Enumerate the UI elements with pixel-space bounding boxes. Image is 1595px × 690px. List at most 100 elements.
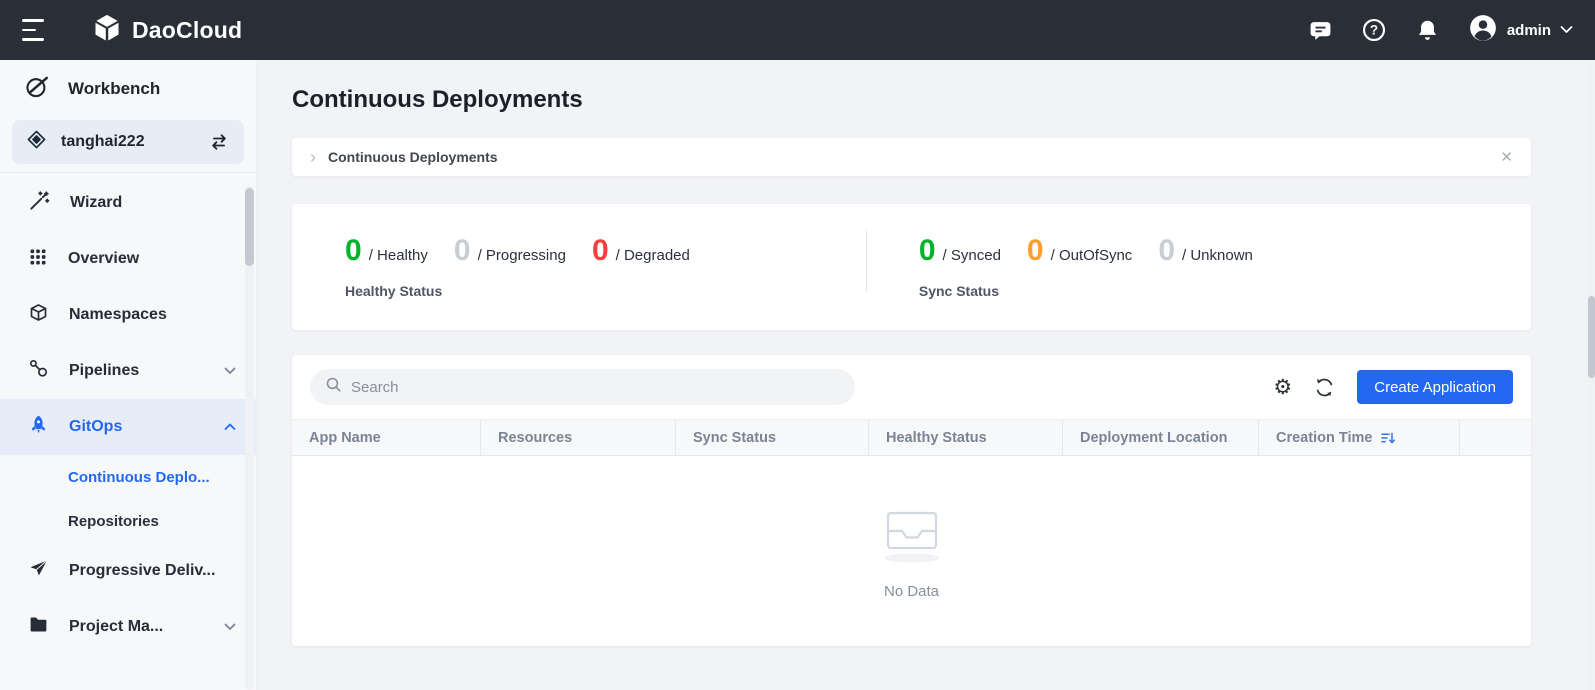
brand-name: DaoCloud	[132, 17, 242, 44]
wizard-icon	[28, 190, 50, 217]
sidebar-item-label: GitOps	[69, 418, 122, 436]
sidebar-item-label: Project Ma...	[69, 618, 163, 636]
search-input[interactable]	[351, 379, 840, 396]
switch-workspace-icon[interactable]	[208, 131, 230, 153]
column-header-healthy-status[interactable]: Healthy Status	[869, 420, 1063, 455]
grid-icon	[28, 247, 48, 272]
message-icon[interactable]	[1308, 18, 1333, 43]
table-header-row: App Name Resources Sync Status Healthy S…	[292, 419, 1531, 456]
settings-gear-icon[interactable]: ⚙	[1273, 377, 1292, 398]
empty-inbox-icon	[873, 502, 951, 569]
applications-table-card: ⚙ Create Application App Name Resources …	[292, 355, 1531, 646]
sidebar-item-workbench[interactable]: Workbench	[0, 60, 256, 118]
notification-bell-icon[interactable]	[1415, 18, 1440, 43]
stat-progressing: 0 / Progressing	[454, 236, 566, 266]
breadcrumb-chevron-icon: ›	[310, 148, 316, 166]
search-icon	[325, 376, 342, 398]
page-scrollbar-thumb[interactable]	[1588, 296, 1595, 378]
stats-divider	[866, 230, 867, 292]
folder-icon	[28, 614, 49, 640]
sync-status-caption: Sync Status	[919, 283, 1253, 299]
topbar-actions: ? admin	[1308, 13, 1573, 48]
sort-descending-icon[interactable]	[1380, 430, 1396, 446]
sidebar-item-label: Progressive Deliv...	[69, 562, 215, 580]
main-content: Continuous Deployments › Continuous Depl…	[257, 60, 1595, 690]
column-header-app-name[interactable]: App Name	[292, 420, 481, 455]
workspace-selector[interactable]: tanghai222	[12, 120, 244, 164]
sidebar-item-namespaces[interactable]: Namespaces	[0, 287, 256, 343]
sidebar: Workbench tanghai222	[0, 60, 257, 690]
chevron-down-icon	[224, 618, 236, 636]
table-toolbar: ⚙ Create Application	[292, 369, 1531, 419]
workbench-icon	[24, 74, 50, 105]
avatar	[1468, 13, 1498, 48]
sidebar-nav: Wizard Overview Namespaces	[0, 173, 256, 655]
help-icon[interactable]: ?	[1361, 17, 1387, 43]
healthy-status-caption: Healthy Status	[345, 283, 690, 299]
sidebar-item-continuous-deployments[interactable]: Continuous Deplo...	[0, 455, 256, 499]
sidebar-item-pipelines[interactable]: Pipelines	[0, 343, 256, 399]
sidebar-item-label: Namespaces	[69, 306, 167, 324]
column-header-sync-status[interactable]: Sync Status	[676, 420, 869, 455]
stat-healthy-value: 0	[345, 236, 362, 266]
stat-outofsync: 0 / OutOfSync	[1027, 236, 1132, 266]
page-title: Continuous Deployments	[292, 86, 1531, 114]
chevron-down-icon	[1560, 21, 1573, 39]
search-box[interactable]	[310, 369, 855, 405]
workspace-name: tanghai222	[61, 133, 145, 151]
breadcrumb-item[interactable]: Continuous Deployments	[328, 149, 498, 165]
table-empty-state: No Data	[292, 456, 1531, 646]
stat-unknown-label: / Unknown	[1182, 247, 1253, 264]
sidebar-scrollbar-thumb[interactable]	[245, 188, 254, 266]
stat-healthy-label: / Healthy	[369, 247, 428, 264]
sync-status-group: 0 / Synced 0 / OutOfSync 0 / Unknown Syn…	[919, 236, 1253, 299]
brand-logo[interactable]: DaoCloud	[92, 13, 242, 48]
stat-progressing-label: / Progressing	[478, 247, 566, 264]
topbar: DaoCloud ?	[0, 0, 1595, 60]
column-header-actions	[1460, 420, 1531, 455]
stat-unknown: 0 / Unknown	[1158, 236, 1253, 266]
chevron-up-icon	[224, 418, 236, 436]
svg-text:?: ?	[1370, 23, 1378, 38]
sidebar-item-label: Overview	[68, 250, 139, 268]
toolbar-actions: ⚙ Create Application	[1273, 370, 1513, 404]
status-summary-card: 0 / Healthy 0 / Progressing 0 / Degraded…	[292, 204, 1531, 330]
sidebar-item-repositories[interactable]: Repositories	[0, 499, 256, 543]
paper-plane-icon	[28, 558, 49, 584]
daocloud-logo-icon	[92, 13, 122, 48]
stat-degraded: 0 / Degraded	[592, 236, 690, 266]
create-application-button[interactable]: Create Application	[1357, 370, 1513, 404]
healthy-status-group: 0 / Healthy 0 / Progressing 0 / Degraded…	[345, 236, 690, 299]
workspace-icon	[26, 129, 47, 155]
stat-outofsync-label: / OutOfSync	[1051, 247, 1133, 264]
sidebar-item-wizard[interactable]: Wizard	[0, 175, 256, 231]
column-header-creation-time[interactable]: Creation Time	[1259, 420, 1460, 455]
user-menu[interactable]: admin	[1468, 13, 1573, 48]
stat-outofsync-value: 0	[1027, 236, 1044, 266]
stat-degraded-value: 0	[592, 236, 609, 266]
stat-degraded-label: / Degraded	[616, 247, 690, 264]
column-header-resources[interactable]: Resources	[481, 420, 676, 455]
stat-healthy: 0 / Healthy	[345, 236, 428, 266]
username: admin	[1507, 22, 1551, 39]
stat-synced-value: 0	[919, 236, 936, 266]
menu-toggle-icon[interactable]	[22, 19, 48, 41]
sidebar-item-label: Wizard	[70, 194, 122, 212]
sidebar-item-gitops[interactable]: GitOps	[0, 399, 256, 455]
sidebar-child-label: Continuous Deplo...	[68, 469, 210, 486]
package-icon	[28, 302, 49, 328]
sidebar-item-progressive-delivery[interactable]: Progressive Deliv...	[0, 543, 256, 599]
stat-unknown-value: 0	[1158, 236, 1175, 266]
breadcrumb-close-icon[interactable]: ✕	[1500, 148, 1513, 166]
sidebar-item-overview[interactable]: Overview	[0, 231, 256, 287]
sidebar-item-project-management[interactable]: Project Ma...	[0, 599, 256, 655]
stat-progressing-value: 0	[454, 236, 471, 266]
empty-state-text: No Data	[884, 583, 939, 600]
rocket-icon	[28, 414, 49, 440]
breadcrumb: › Continuous Deployments ✕	[292, 138, 1531, 176]
pipeline-icon	[28, 358, 49, 384]
stat-synced-label: / Synced	[943, 247, 1001, 264]
refresh-icon[interactable]	[1314, 377, 1335, 398]
chevron-down-icon	[224, 362, 236, 380]
column-header-deployment-location[interactable]: Deployment Location	[1063, 420, 1259, 455]
